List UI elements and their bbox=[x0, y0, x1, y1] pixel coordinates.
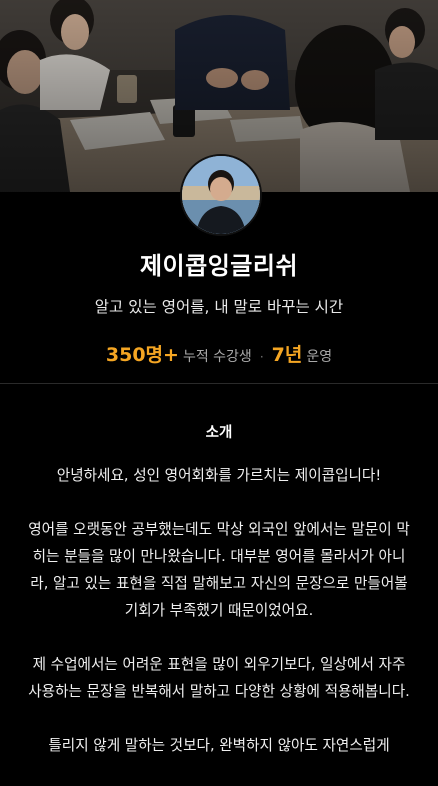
stats-separator: · bbox=[259, 350, 264, 364]
students-label: 누적 수강생 bbox=[182, 349, 252, 365]
intro-paragraph: 제 수업에서는 어려운 표현을 많이 외우기보다, 일상에서 자주 사용하는 문… bbox=[28, 656, 410, 700]
intro-heading: 소개 bbox=[205, 425, 233, 441]
section-divider bbox=[0, 383, 438, 384]
page-title: 제이콥잉글리쉬 bbox=[139, 252, 299, 280]
years-count: 7년 bbox=[271, 344, 303, 366]
intro-paragraph: 안녕하세요, 성인 영어회화를 가르치는 제이콥입니다! bbox=[56, 467, 382, 484]
profile-avatar[interactable] bbox=[180, 154, 262, 236]
students-count: 350명+ bbox=[105, 344, 179, 366]
profile-tagline: 알고 있는 영어를, 내 말로 바꾸는 시간 bbox=[94, 298, 344, 316]
intro-paragraph: 틀리지 않게 말하는 것보다, 완벽하지 않아도 자연스럽게 bbox=[48, 737, 390, 754]
intro-paragraph: 영어를 오랫동안 공부했는데도 막상 외국인 앞에서는 말문이 막히는 분들을 … bbox=[28, 521, 410, 619]
intro-body: 안녕하세요, 성인 영어회화를 가르치는 제이콥입니다! 영어를 오랫동안 공부… bbox=[28, 462, 410, 786]
years-label: 운영 bbox=[306, 349, 333, 365]
stats-row: 350명+ 누적 수강생 · 7년 운영 bbox=[0, 340, 438, 367]
